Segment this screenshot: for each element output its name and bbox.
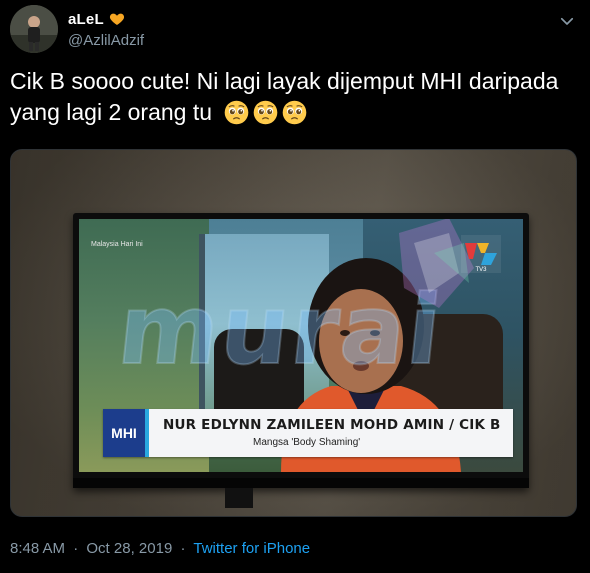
user-handle[interactable]: @AzlilAdzif <box>68 32 144 49</box>
tweet-text: Cik B soooo cute! Ni lagi layak dijemput… <box>10 66 580 128</box>
display-name[interactable]: aLeL <box>68 11 104 28</box>
tv-screen: murai Malaysia Hari Ini TV3 MHI NUR EDLY… <box>79 219 523 472</box>
pleading-face-icon <box>254 100 278 125</box>
channel-label: Malaysia Hari Ini <box>91 241 143 248</box>
lower-third-banner: MHI NUR EDLYNN ZAMILEEN MOHD AMIN / CIK … <box>103 409 513 457</box>
lower-third-name: NUR EDLYNN ZAMILEEN MOHD AMIN / CIK B <box>163 417 501 433</box>
emoji-group <box>224 100 307 125</box>
tweet: aLeL @AzlilAdzif Cik B soooo cute! Ni la… <box>0 0 590 573</box>
tv3-label: TV3 <box>475 267 487 273</box>
television: murai Malaysia Hari Ini TV3 MHI NUR EDLY… <box>73 213 529 488</box>
tv3-logo-icon: TV3 <box>461 235 501 273</box>
meta-separator: · <box>73 540 79 557</box>
tweet-date[interactable]: Oct 28, 2019 <box>86 540 172 557</box>
meta-separator: · <box>180 540 186 557</box>
pleading-face-icon <box>225 100 249 125</box>
tweet-meta: 8:48 AM · Oct 28, 2019 · Twitter for iPh… <box>10 540 310 557</box>
mhi-accent-stripe <box>145 409 149 457</box>
pleading-face-icon <box>283 100 307 125</box>
avatar-photo <box>10 5 58 53</box>
tv-stand <box>225 488 253 508</box>
lower-third-caption: Mangsa 'Body Shaming' <box>253 437 361 448</box>
mhi-badge: MHI <box>103 409 145 457</box>
chevron-down-icon[interactable] <box>558 12 576 30</box>
avatar[interactable] <box>10 5 58 53</box>
tweet-time[interactable]: 8:48 AM <box>10 540 65 557</box>
tweet-media-photo[interactable]: murai Malaysia Hari Ini TV3 MHI NUR EDLY… <box>10 149 577 517</box>
tweet-source-link[interactable]: Twitter for iPhone <box>193 540 310 557</box>
tv-bezel-bottom <box>73 478 529 488</box>
tweet-author: aLeL @AzlilAdzif <box>68 10 144 50</box>
display-name-row: aLeL <box>68 10 144 28</box>
orange-heart-icon <box>109 13 124 25</box>
